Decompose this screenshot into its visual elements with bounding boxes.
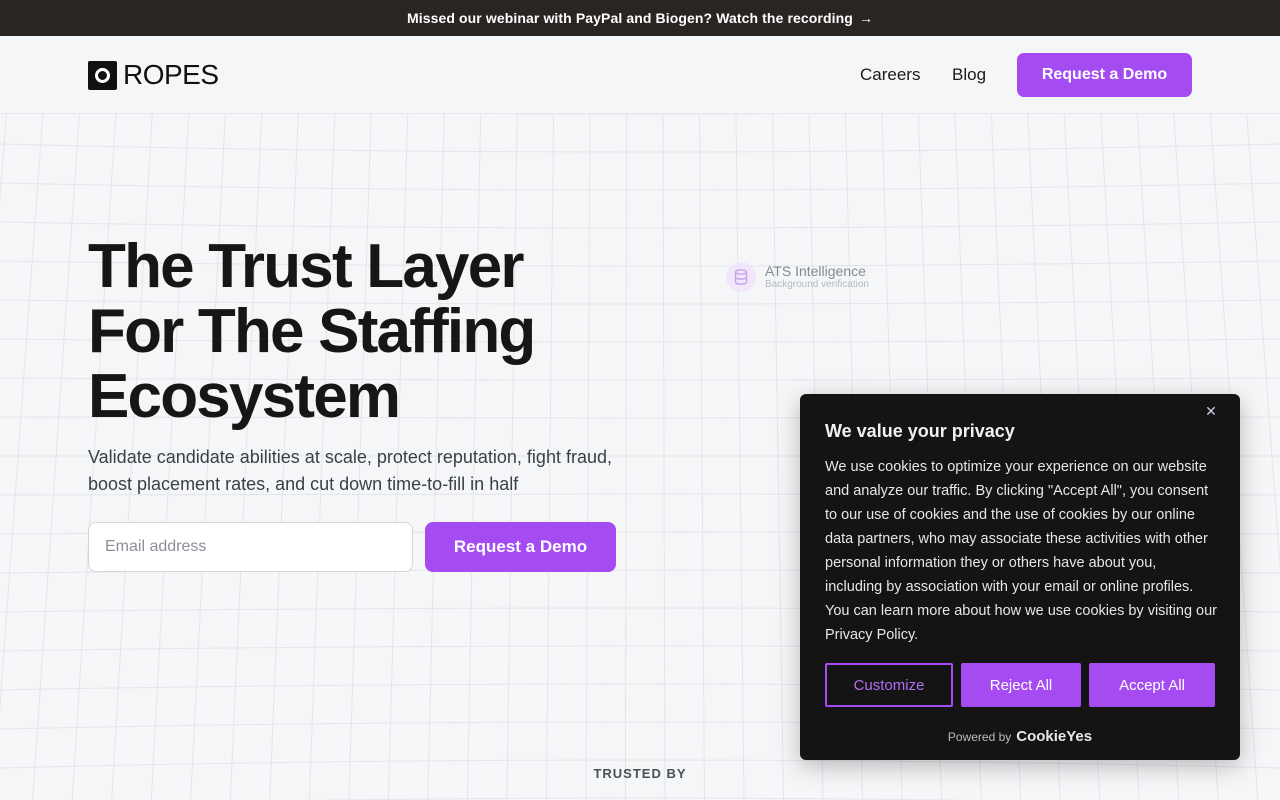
- nav-blog[interactable]: Blog: [952, 65, 986, 85]
- arrow-right-icon: →: [858, 10, 874, 26]
- cookie-body: We use cookies to optimize your experien…: [825, 459, 1217, 643]
- hero-title-line: Ecosystem: [88, 362, 401, 431]
- ats-intelligence-chip: ATS Intelligence Background verification: [726, 262, 869, 292]
- announcement-bar[interactable]: Missed our webinar with PayPal and Bioge…: [0, 0, 1280, 36]
- powered-by-label: Powered by: [947, 730, 1012, 744]
- ats-subtitle: Background verification: [765, 279, 869, 290]
- cookie-consent-banner: ✕ We value your privacy We use cookies t…: [800, 394, 1240, 760]
- accept-all-button[interactable]: Accept All: [1089, 663, 1215, 707]
- site-header: ROPES Careers Blog Request a Demo: [0, 36, 1280, 114]
- database-icon: [726, 262, 756, 292]
- logo-text: ROPES: [123, 59, 219, 90]
- hero-subtitle: Validate candidate abilities at scale, p…: [88, 447, 612, 494]
- customize-button[interactable]: Customize: [825, 663, 953, 707]
- hero-request-demo-button[interactable]: Request a Demo: [425, 522, 616, 572]
- header-request-demo-button[interactable]: Request a Demo: [1017, 53, 1192, 97]
- hero-title-line: The Trust Layer: [88, 232, 525, 301]
- hero-title: The Trust Layer For The Staffing Ecosyst…: [88, 234, 648, 429]
- nav-careers[interactable]: Careers: [860, 65, 920, 85]
- email-input[interactable]: [88, 522, 413, 572]
- announcement-text[interactable]: Missed our webinar with PayPal and Bioge…: [407, 10, 853, 26]
- trusted-by-heading: TRUSTED BY: [593, 766, 687, 781]
- cookie-title: We value your privacy: [825, 421, 1015, 441]
- logo[interactable]: ROPES: [88, 59, 219, 90]
- ats-title: ATS Intelligence: [765, 263, 866, 279]
- hero-title-line: For The Staffing: [88, 297, 536, 366]
- close-icon[interactable]: ✕: [1204, 404, 1218, 418]
- powered-by[interactable]: Powered by CookieYes: [800, 728, 1240, 745]
- logo-mark-icon: [88, 60, 117, 90]
- cookieyes-logo: CookieYes: [1016, 728, 1093, 745]
- reject-all-button[interactable]: Reject All: [961, 663, 1081, 707]
